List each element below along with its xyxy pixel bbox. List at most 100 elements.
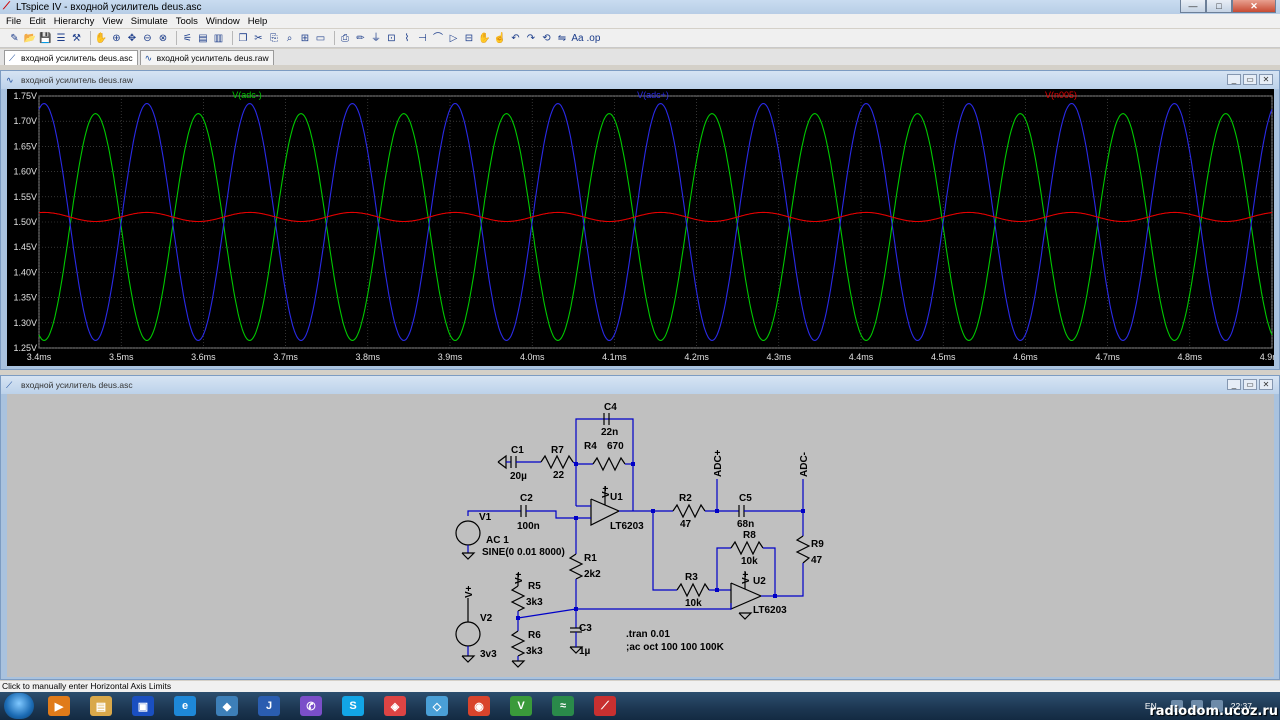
resistor-r2[interactable] — [672, 503, 706, 519]
menu-help[interactable]: Help — [244, 16, 272, 27]
zoom-in-icon[interactable]: ⊕ — [110, 32, 123, 45]
label-adc-minus: ADC- — [799, 452, 810, 477]
mirror-icon[interactable]: ⇋ — [556, 32, 569, 45]
find-icon[interactable]: ⌕ — [283, 32, 296, 45]
v5-taskbar-button[interactable]: V — [504, 694, 538, 719]
zoom-full-icon[interactable]: ⊗ — [157, 32, 170, 45]
resistor-r4[interactable] — [592, 456, 626, 472]
resistor-r5[interactable] — [510, 585, 526, 612]
tablet-taskbar-button[interactable]: ◆ — [210, 694, 244, 719]
menu-view[interactable]: View — [98, 16, 126, 27]
app-red-taskbar-button[interactable]: ◈ — [378, 694, 412, 719]
cut-icon[interactable]: ✂ — [252, 32, 265, 45]
save-icon[interactable]: 💾 — [39, 32, 52, 45]
legend-vn005[interactable]: V(n005) — [1045, 90, 1077, 100]
schematic-window: ⟋ входной усилитель deus.asc _ ▭ ✕ C4 22… — [0, 375, 1280, 680]
inductor-icon[interactable]: ⌒ — [432, 32, 445, 45]
resistor-r3[interactable] — [676, 582, 710, 598]
tile-vertical-icon[interactable]: ▥ — [212, 32, 225, 45]
chrome-taskbar-button[interactable]: ◉ — [462, 694, 496, 719]
spice-directive-ac[interactable]: ;ac oct 100 100 100K — [626, 642, 725, 653]
resistor-r7[interactable] — [540, 454, 574, 470]
jlink-taskbar-button[interactable]: J — [252, 694, 286, 719]
ground-icon[interactable]: ⏚ — [370, 32, 383, 45]
resistor-r1[interactable] — [568, 553, 584, 580]
run-icon[interactable]: ⚒ — [70, 32, 83, 45]
legend-vadc-[interactable]: V(adc-) — [232, 90, 262, 100]
text-icon[interactable]: Aa — [571, 32, 584, 45]
draw-wire-icon[interactable]: ✏ — [354, 32, 367, 45]
tab-schematic-label: входной усилитель deus.asc — [21, 53, 133, 63]
rotate-icon[interactable]: ⟲ — [540, 32, 553, 45]
label-c5: C5 — [739, 493, 752, 504]
schematic-restore-button[interactable]: ▭ — [1243, 379, 1257, 390]
y-tick-label: 1.50V — [13, 217, 37, 227]
menu-file[interactable]: File — [2, 16, 25, 27]
schematic-canvas[interactable]: C4 22n C1 20µ R7 22 R4 670 U1 LT6203 C2 … — [7, 394, 1274, 677]
schematic-minimize-button[interactable]: _ — [1227, 379, 1241, 390]
print-icon[interactable]: ⎙ — [339, 32, 352, 45]
y-tick-label: 1.75V — [13, 91, 37, 101]
floppy-taskbar-button[interactable]: ▣ — [126, 694, 160, 719]
move-icon[interactable]: ✋ — [478, 32, 491, 45]
zoom-out-icon[interactable]: ⊖ — [141, 32, 154, 45]
resistor-icon[interactable]: ⌇ — [401, 32, 414, 45]
box-taskbar-button[interactable]: ◇ — [420, 694, 454, 719]
label-net-icon[interactable]: ⊡ — [385, 32, 398, 45]
tile-horizontal-icon[interactable]: ▤ — [197, 32, 210, 45]
menu-edit[interactable]: Edit — [25, 16, 49, 27]
legend-vadc+[interactable]: V(adc+) — [637, 90, 669, 100]
skype-taskbar-button[interactable]: S — [336, 694, 370, 719]
binoculars-icon[interactable]: ⊞ — [299, 32, 312, 45]
autorange-icon[interactable]: ⚟ — [181, 32, 194, 45]
drag-icon[interactable]: ☝ — [494, 32, 507, 45]
start-button[interactable] — [4, 693, 34, 719]
media-player-taskbar-button[interactable]: ▶ — [42, 694, 76, 719]
tab-schematic[interactable]: ⟋ входной усилитель deus.asc — [4, 50, 138, 65]
spice-directive-tran[interactable]: .tran 0.01 — [626, 629, 670, 640]
waveform-plot[interactable]: 1.25V 1.30V 1.35V 1.40V 1.45V 1.50V 1.55V 1.60V… — [7, 89, 1280, 366]
tab-waveform[interactable]: ∿ входной усилитель deus.raw — [139, 50, 274, 65]
cascade-icon[interactable]: ❐ — [237, 32, 250, 45]
menu-window[interactable]: Window — [202, 16, 244, 27]
spice-directive-icon[interactable]: .op — [587, 32, 600, 45]
ltspice-taskbar-button[interactable]: ⟋ — [588, 694, 622, 719]
minimize-button[interactable]: — — [1180, 0, 1206, 13]
new-schematic-icon[interactable]: ✎ — [8, 32, 21, 45]
label-r4-value: 670 — [607, 441, 624, 452]
menu-hierarchy[interactable]: Hierarchy — [50, 16, 99, 27]
menu-simulate[interactable]: Simulate — [127, 16, 172, 27]
close-button[interactable]: ✕ — [1232, 0, 1276, 13]
label-v2: V2 — [480, 613, 493, 624]
schematic-close-button[interactable]: ✕ — [1259, 379, 1273, 390]
voltage-source-v2[interactable] — [455, 621, 481, 647]
halt-icon[interactable]: ✋ — [95, 32, 108, 45]
control-panel-icon[interactable]: ☰ — [55, 32, 68, 45]
explorer-taskbar-button[interactable]: ▤ — [84, 694, 118, 719]
waveform-minimize-button[interactable]: _ — [1227, 74, 1241, 85]
redo-icon[interactable]: ↷ — [525, 32, 538, 45]
label-r1: R1 — [584, 553, 597, 564]
resistor-r6[interactable] — [510, 630, 526, 657]
menu-tools[interactable]: Tools — [172, 16, 202, 27]
pan-icon[interactable]: ✥ — [126, 32, 139, 45]
diode-icon[interactable]: ▷ — [447, 32, 460, 45]
undo-icon[interactable]: ↶ — [509, 32, 522, 45]
capacitor-icon[interactable]: ⊣ — [416, 32, 429, 45]
maximize-button[interactable]: □ — [1206, 0, 1232, 13]
waveform-restore-button[interactable]: ▭ — [1243, 74, 1257, 85]
open-icon[interactable]: 📂 — [24, 32, 37, 45]
resistor-r9[interactable] — [795, 535, 811, 564]
tab-waveform-label: входной усилитель deus.raw — [156, 53, 269, 63]
copy-icon[interactable]: ⎘ — [268, 32, 281, 45]
pads-taskbar-button[interactable]: ≈ — [546, 694, 580, 719]
print-setup-icon[interactable]: ▭ — [314, 32, 327, 45]
resistor-r8[interactable] — [730, 540, 764, 556]
component-icon[interactable]: ⊟ — [463, 32, 476, 45]
ie-taskbar-button[interactable]: e — [168, 694, 202, 719]
label-r5: R5 — [528, 581, 541, 592]
x-tick-label: 4.7ms — [1095, 352, 1120, 362]
voltage-source-v1[interactable] — [455, 520, 481, 546]
waveform-close-button[interactable]: ✕ — [1259, 74, 1273, 85]
viber-taskbar-button[interactable]: ✆ — [294, 694, 328, 719]
